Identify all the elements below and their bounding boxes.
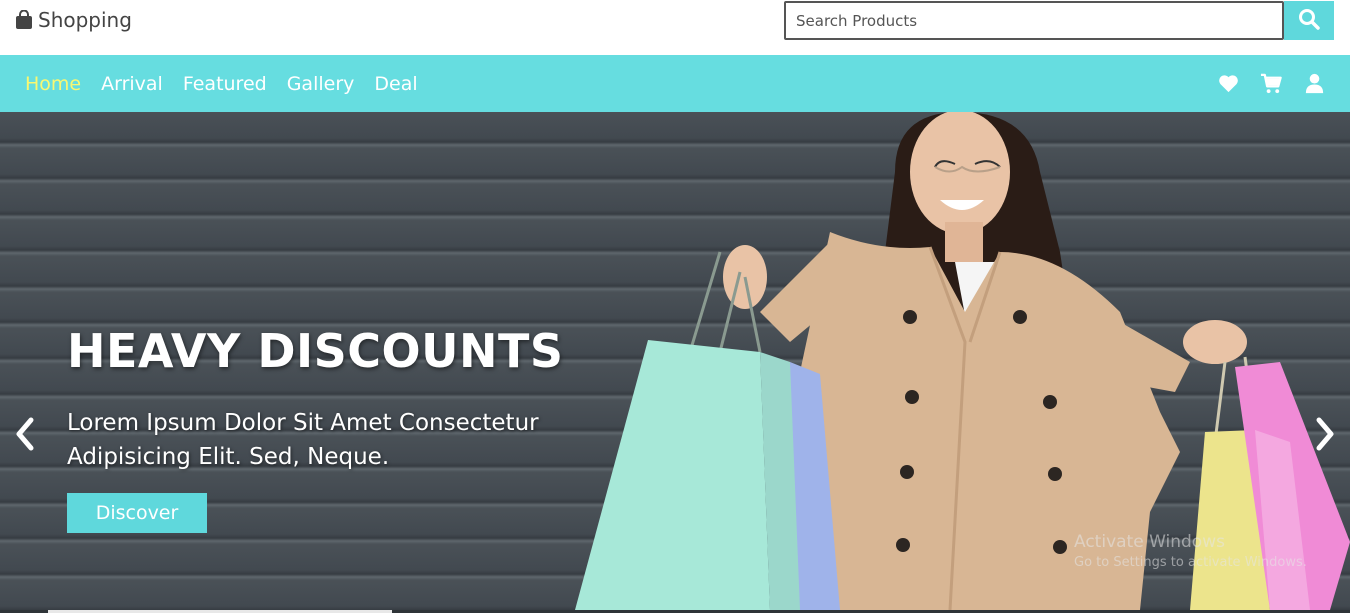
hero-banner: HEAVY DISCOUNTS Lorem Ipsum Dolor Sit Am… bbox=[0, 112, 1350, 610]
nav-link-featured[interactable]: Featured bbox=[183, 73, 267, 95]
heart-icon[interactable] bbox=[1217, 72, 1240, 95]
next-slide-button[interactable] bbox=[1310, 412, 1340, 456]
nav-links: Home Arrival Featured Gallery Deal bbox=[25, 55, 418, 112]
chevron-left-icon bbox=[10, 412, 40, 456]
search-bar bbox=[784, 1, 1334, 40]
chevron-right-icon bbox=[1310, 412, 1340, 456]
watermark-title: Activate Windows bbox=[1074, 532, 1225, 552]
activation-watermark: Activate Windows Go to Settings to activ… bbox=[1074, 532, 1307, 570]
nav-link-home[interactable]: Home bbox=[25, 73, 81, 95]
search-button[interactable] bbox=[1284, 1, 1334, 40]
user-icon[interactable] bbox=[1303, 72, 1326, 95]
nav-link-arrival[interactable]: Arrival bbox=[101, 73, 163, 95]
logo[interactable]: Shopping bbox=[15, 8, 132, 32]
nav-link-deal[interactable]: Deal bbox=[374, 73, 417, 95]
search-icon bbox=[1298, 8, 1320, 33]
nav-bar: Home Arrival Featured Gallery Deal bbox=[0, 55, 1350, 112]
hero-title: HEAVY DISCOUNTS bbox=[67, 324, 564, 378]
top-bar: Shopping bbox=[0, 0, 1350, 55]
nav-link-gallery[interactable]: Gallery bbox=[287, 73, 355, 95]
discover-button[interactable]: Discover bbox=[67, 493, 207, 533]
watermark-subtitle: Go to Settings to activate Windows. bbox=[1074, 555, 1307, 570]
shopping-bag-icon bbox=[15, 10, 33, 30]
cart-icon[interactable] bbox=[1260, 72, 1283, 95]
search-input[interactable] bbox=[784, 1, 1284, 40]
prev-slide-button[interactable] bbox=[10, 412, 40, 456]
logo-text: Shopping bbox=[38, 8, 132, 32]
nav-icons bbox=[1217, 55, 1326, 112]
hero-subtitle: Lorem Ipsum Dolor Sit Amet Consectetur A… bbox=[67, 410, 539, 470]
